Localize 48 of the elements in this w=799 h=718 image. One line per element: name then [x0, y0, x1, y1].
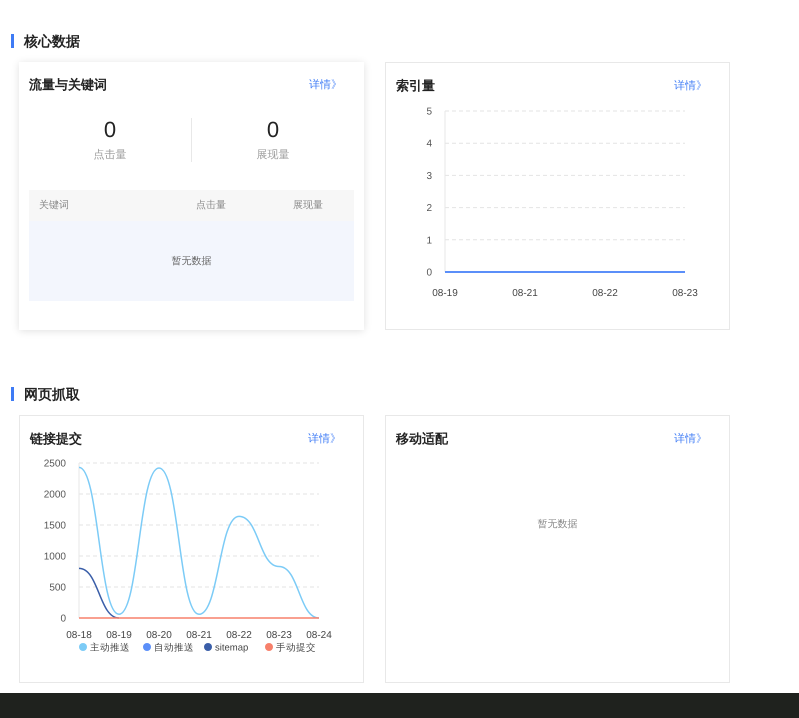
column-header: 展现量: [292, 199, 324, 213]
details-link[interactable]: 详情》: [308, 430, 341, 448]
axis-label: 2500: [44, 458, 66, 470]
details-link[interactable]: 详情》: [309, 76, 342, 94]
axis-label: 1: [426, 235, 432, 246]
axis-label: 08-23: [266, 630, 292, 641]
stat-value: 0: [104, 118, 116, 142]
axis-label: 0: [60, 614, 66, 624]
column-header: 点击量: [195, 198, 227, 213]
section-title: 核心数据: [24, 32, 80, 50]
legend-label: 自动推送: [154, 642, 194, 654]
axis-label: 1500: [44, 520, 66, 532]
axis-label: 08-23: [672, 288, 698, 299]
empty-text: 暂无数据: [538, 518, 578, 532]
axis-label: 08-21: [512, 288, 538, 299]
legend-label: sitemap: [215, 642, 248, 654]
axis-label: 08-18: [66, 630, 92, 641]
axis-label: 3: [426, 170, 432, 182]
axis-label: 4: [426, 138, 432, 150]
card-title: 移动适配: [396, 430, 448, 448]
axis-label: 1000: [44, 552, 66, 562]
axis-label: 2000: [44, 490, 66, 500]
details-link[interactable]: 详情》: [674, 78, 707, 94]
legend-label: 手动提交: [276, 642, 316, 654]
stat-value: 0: [266, 118, 280, 142]
details-link[interactable]: 详情》: [674, 430, 707, 448]
axis-label: 08-19: [432, 288, 458, 299]
empty-text: 暂无数据: [172, 254, 212, 268]
stat-label: 展现量: [256, 148, 290, 162]
axis-label: 0: [426, 268, 432, 278]
legend-label: 主动推送: [90, 642, 130, 654]
axis-label: 500: [49, 582, 66, 594]
section-title: 网页抓取: [24, 384, 80, 404]
section-marker: [11, 387, 14, 401]
axis-label: 2: [426, 203, 432, 214]
axis-label: 08-22: [592, 288, 618, 299]
axis-label: 5: [426, 106, 432, 118]
axis-label: 08-19: [106, 630, 132, 641]
card-title: 流量与关键词: [29, 76, 107, 94]
axis-label: 08-20: [146, 630, 172, 641]
card-title: 链接提交: [30, 430, 82, 448]
section-marker: [11, 34, 14, 48]
stat-label: 点击量: [94, 148, 126, 162]
axis-label: 08-24: [306, 630, 332, 641]
card-title: 索引量: [396, 77, 435, 96]
axis-label: 08-22: [226, 630, 252, 641]
column-header: 关键词: [38, 198, 70, 213]
axis-label: 08-21: [186, 630, 212, 641]
